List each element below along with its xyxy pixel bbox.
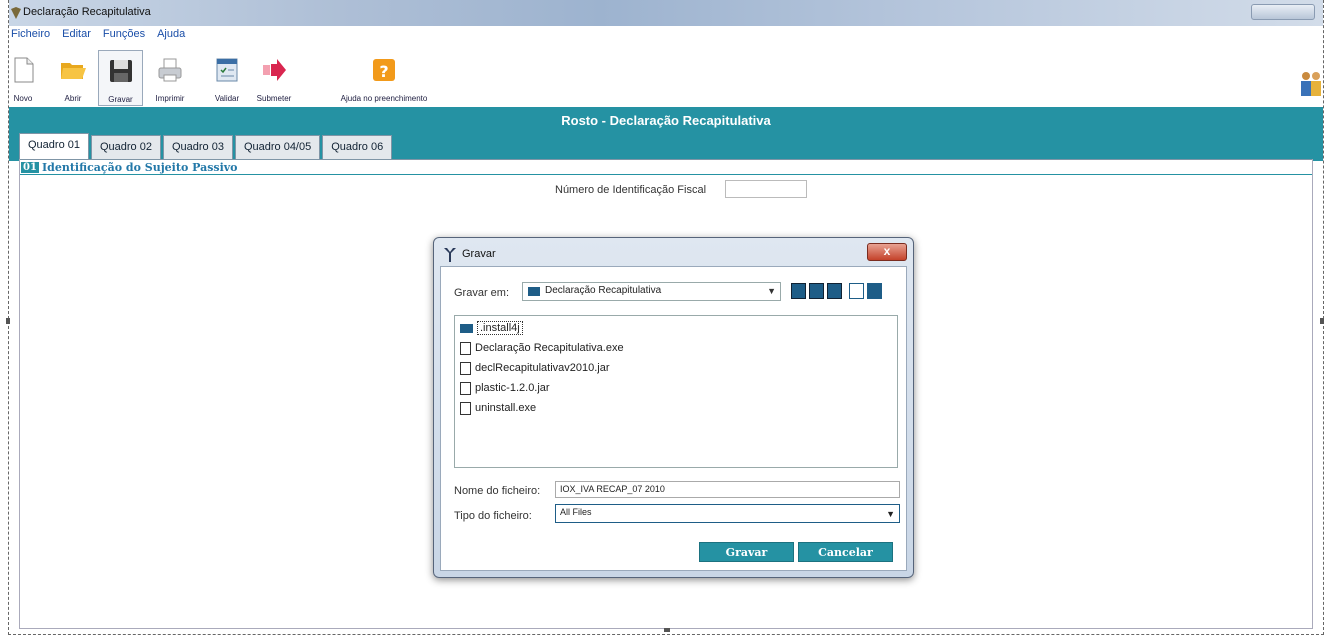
menu-funcoes[interactable]: Funções [103, 28, 145, 46]
page-title: Rosto - Declaração Recapitulativa [561, 113, 771, 128]
list-view-icon[interactable] [849, 283, 864, 299]
save-in-label: Gravar em: [454, 287, 510, 299]
section-number: 01 [21, 162, 39, 173]
users-icon [1301, 72, 1321, 96]
section-title: Identificação do Sujeito Passivo [42, 161, 238, 174]
cancel-button[interactable]: Cancelar [798, 542, 893, 562]
checklist-icon [216, 58, 238, 82]
home-icon[interactable] [809, 283, 824, 299]
save-confirm-button[interactable]: Gravar [699, 542, 794, 562]
print-button[interactable]: Imprimir [151, 50, 189, 106]
new-button[interactable]: Novo [9, 50, 37, 106]
printer-icon [158, 58, 182, 82]
new-document-icon [14, 57, 34, 83]
dialog-body: Gravar em: Declaração Recapitulativa ▼ .… [440, 266, 907, 571]
save-dialog: Gravar x Gravar em: Declaração Recapitul… [433, 237, 914, 578]
tab-bar: Quadro 01 Quadro 02 Quadro 03 Quadro 04/… [19, 133, 394, 159]
help-icon: ? [373, 59, 395, 81]
arrow-right-icon [263, 59, 286, 81]
floppy-disk-icon [109, 60, 132, 82]
list-item[interactable]: Declaração Recapitulativa.exe [460, 340, 624, 356]
close-button[interactable]: x [867, 243, 907, 261]
list-item[interactable]: declRecapitulativav2010.jar [460, 360, 610, 376]
filename-label: Nome do ficheiro: [454, 485, 541, 497]
tab-quadro-06[interactable]: Quadro 06 [322, 135, 393, 159]
chevron-down-icon: ▼ [767, 286, 776, 296]
submit-button[interactable]: Submeter [256, 50, 292, 106]
list-item[interactable]: .install4j [460, 320, 523, 336]
tab-quadro-04-05[interactable]: Quadro 04/05 [234, 135, 321, 159]
validate-button[interactable]: Validar [212, 50, 242, 106]
nif-input[interactable] [725, 180, 807, 198]
file-list: .install4j Declaração Recapitulativa.exe… [454, 315, 898, 468]
file-icon [460, 401, 471, 415]
toolbar: Novo Abrir Gravar Imprimir Validar Subme… [9, 50, 1323, 106]
chevron-down-icon: ▼ [886, 509, 895, 519]
menu-ajuda[interactable]: Ajuda [157, 28, 185, 46]
section-header: 01 Identificação do Sujeito Passivo [20, 159, 1312, 175]
menu-ficheiro[interactable]: Ficheiro [11, 28, 50, 46]
up-folder-icon[interactable] [791, 283, 806, 299]
file-icon [460, 341, 471, 355]
file-icon [460, 361, 471, 375]
svg-text:?: ? [379, 62, 388, 81]
resize-handle-left[interactable] [6, 318, 10, 324]
list-item[interactable]: plastic-1.2.0.jar [460, 380, 550, 396]
folder-icon [460, 323, 473, 333]
details-view-icon[interactable] [867, 283, 882, 299]
save-in-select[interactable]: Declaração Recapitulativa ▼ [522, 282, 781, 301]
list-item[interactable]: uninstall.exe [460, 400, 536, 416]
tab-quadro-01[interactable]: Quadro 01 [19, 133, 89, 159]
help-button[interactable]: ? Ajuda no preenchimento [329, 50, 439, 106]
nif-label: Número de Identificação Fiscal [555, 184, 707, 196]
menu-editar[interactable]: Editar [62, 28, 91, 46]
dialog-title: Gravar [462, 248, 496, 260]
filename-input[interactable]: IOX_IVA RECAP_07 2010 [555, 481, 900, 498]
window-title: Declaração Recapitulativa [23, 6, 151, 18]
save-button[interactable]: Gravar [98, 50, 143, 106]
title-bar: Declaração Recapitulativa [9, 0, 1323, 26]
filetype-select[interactable]: All Files ▼ [555, 504, 900, 523]
open-button[interactable]: Abrir [59, 50, 87, 106]
new-folder-icon[interactable] [827, 283, 842, 299]
resize-handle-right[interactable] [1320, 318, 1324, 324]
resize-handle-bottom[interactable] [664, 628, 670, 632]
tab-quadro-03[interactable]: Quadro 03 [162, 135, 233, 159]
menu-bar: Ficheiro Editar Funções Ajuda [9, 28, 185, 46]
folder-icon [528, 287, 540, 296]
window-controls[interactable] [1251, 4, 1315, 20]
save-in-value: Declaração Recapitulativa [545, 285, 662, 296]
file-icon [460, 381, 471, 395]
app-icon [11, 7, 21, 19]
filetype-value: All Files [560, 507, 592, 517]
tab-quadro-02[interactable]: Quadro 02 [90, 135, 161, 159]
dialog-app-icon [444, 248, 456, 262]
folder-open-icon [61, 63, 86, 79]
filetype-label: Tipo do ficheiro: [454, 510, 532, 522]
